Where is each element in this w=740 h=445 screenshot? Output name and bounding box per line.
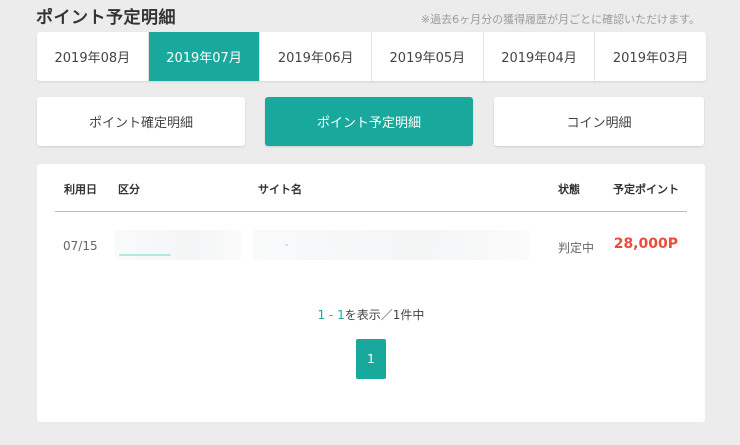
tab-2019-07[interactable]: 2019年07月 (148, 32, 261, 81)
redacted-mark (285, 244, 288, 246)
row-points: 28,000P (613, 236, 678, 252)
row-site-redacted (253, 230, 529, 260)
tab-2019-05[interactable]: 2019年05月 (372, 32, 484, 81)
page-title: ポイント予定明細 (36, 8, 176, 28)
statement-panel: 利用日 区分 サイト名 状態 予定ポイント 07/15 判定中 28,000P … (37, 164, 705, 422)
tab-2019-03[interactable]: 2019年03月 (595, 32, 706, 81)
column-header-status: 状態 (558, 183, 580, 196)
confirmed-points-button[interactable]: ポイント確定明細 (37, 97, 245, 146)
scheduled-points-button[interactable]: ポイント予定明細 (265, 97, 473, 146)
tab-2019-06[interactable]: 2019年06月 (260, 32, 373, 81)
tab-2019-08[interactable]: 2019年08月 (37, 32, 149, 81)
row-date: 07/15 (63, 239, 98, 253)
column-header-category: 区分 (118, 183, 140, 196)
row-status: 判定中 (558, 241, 595, 255)
tab-2019-04[interactable]: 2019年04月 (484, 32, 596, 81)
result-range: 1 - 1 (317, 308, 345, 322)
statement-type-buttons: ポイント確定明細 ポイント予定明細 コイン明細 (37, 97, 706, 147)
header-divider (55, 211, 687, 212)
result-summary: 1 - 1を表示／1件中 (37, 306, 705, 323)
column-header-date: 利用日 (64, 183, 97, 196)
history-note: ※過去6ヶ月分の獲得履歴が月ごとに確認いただけます。 (420, 13, 700, 26)
page-1-button[interactable]: 1 (356, 339, 386, 379)
coin-statement-button[interactable]: コイン明細 (494, 97, 704, 146)
column-header-points: 予定ポイント (613, 183, 679, 196)
month-tabs: 2019年08月 2019年07月 2019年06月 2019年05月 2019… (37, 32, 706, 81)
redacted-mark (119, 254, 171, 256)
row-category-redacted (115, 230, 241, 260)
column-header-site: サイト名 (258, 183, 302, 196)
result-count: を表示／1件中 (344, 308, 425, 322)
